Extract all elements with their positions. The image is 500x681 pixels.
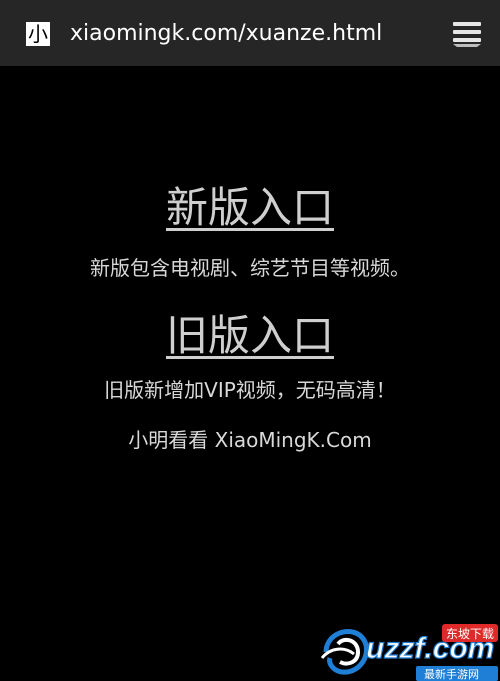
watermark-tag-bottom: 最新手游网 (424, 667, 479, 681)
menu-icon (453, 22, 481, 47)
new-version-link[interactable]: 新版入口 (0, 174, 500, 235)
site-favicon: 小 (26, 22, 50, 46)
page-content: 新版入口 新版包含电视剧、综艺节目等视频。 旧版入口 旧版新增加VIP视频，无码… (0, 66, 500, 681)
old-version-description: 旧版新增加VIP视频，无码高清！ (104, 378, 396, 402)
browser-address-bar: 小 xiaomingk.com/xuanze.html (0, 0, 500, 66)
old-version-link[interactable]: 旧版入口 (0, 302, 500, 363)
uzzf-watermark-logo: uzzf.com 东坡下载 最新手游网 (320, 618, 500, 681)
watermark-tag-top: 东坡下载 (446, 627, 494, 641)
menu-button[interactable] (450, 18, 484, 48)
url-field[interactable]: xiaomingk.com/xuanze.html (70, 18, 382, 50)
new-version-description: 新版包含电视剧、综艺节目等视频。 (90, 256, 410, 280)
site-footer-text: 小明看看 XiaoMingK.Com (128, 428, 372, 452)
browser-page: 小 xiaomingk.com/xuanze.html 新版入口 新版包含电视剧… (0, 0, 500, 681)
